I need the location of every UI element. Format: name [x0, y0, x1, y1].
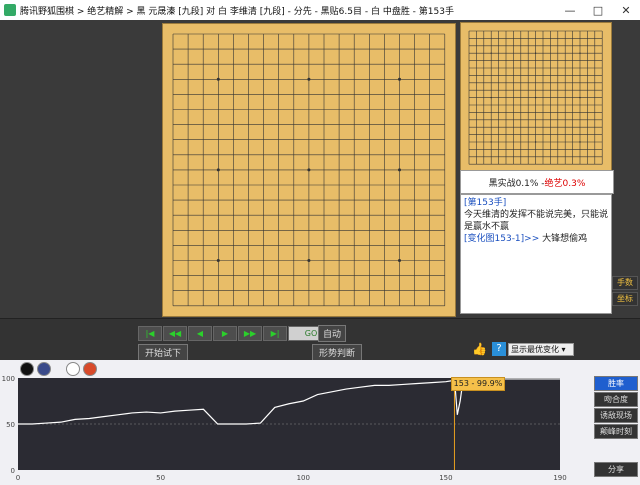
- y-tick-label: 100: [2, 375, 15, 383]
- maximize-button[interactable]: □: [584, 4, 612, 17]
- thumbs-up-icon[interactable]: 👍: [472, 342, 487, 356]
- star-point: [579, 141, 581, 143]
- star-point: [307, 258, 311, 263]
- match-rate-tab[interactable]: 吻合度: [594, 392, 638, 407]
- y-tick-label: 0: [11, 467, 15, 475]
- minimize-button[interactable]: —: [556, 4, 584, 17]
- autoplay-button[interactable]: 自动: [318, 325, 347, 342]
- move-tooltip: 153 - 99.9%: [451, 377, 505, 391]
- star-point: [307, 168, 311, 172]
- win-rate-actual: 黑实战0.1% -: [488, 178, 545, 189]
- window-title: 腾讯野狐围棋 > 绝艺精解 > 黑 元晟溱 [九段] 对 白 李维清 [九段] …: [20, 6, 454, 17]
- move-number-label: [第153手]: [464, 198, 507, 208]
- app-icon: [4, 4, 16, 16]
- back-10-button[interactable]: ◀◀: [163, 326, 187, 341]
- first-move-button[interactable]: |◀: [138, 326, 162, 341]
- move-navigation: |◀ ◀◀ ◀ ▶ ▶▶ ▶| GO: [138, 326, 335, 341]
- star-point: [534, 141, 537, 143]
- star-point: [490, 96, 492, 99]
- side-buttons: 手数 坐标: [612, 276, 638, 308]
- judge-position-button[interactable]: 形势判断: [312, 344, 363, 361]
- x-tick-label: 50: [156, 474, 165, 482]
- star-point: [579, 52, 581, 54]
- star-point: [397, 77, 402, 81]
- toggle-coordinates-button[interactable]: 坐标: [612, 292, 638, 306]
- next-move-button[interactable]: ▶: [213, 326, 237, 341]
- title-bar: 腾讯野狐围棋 > 绝艺精解 > 黑 元晟溱 [九段] 对 白 李维清 [九段] …: [0, 0, 640, 21]
- star-point: [216, 168, 220, 172]
- x-tick-label: 150: [439, 474, 452, 482]
- star-point: [534, 96, 537, 99]
- y-tick-label: 50: [6, 421, 15, 429]
- star-point: [534, 52, 537, 54]
- star-point: [490, 141, 492, 143]
- window-controls: — □ ✕: [556, 0, 640, 20]
- go-board[interactable]: [162, 23, 456, 317]
- x-tick-label: 100: [297, 474, 310, 482]
- star-point: [397, 168, 402, 172]
- forward-10-button[interactable]: ▶▶: [238, 326, 262, 341]
- win-rate-ai: 绝艺0.3%: [544, 178, 586, 189]
- star-point: [307, 77, 311, 81]
- control-bar: |◀ ◀◀ ◀ ▶ ▶▶ ▶| GO 自动 开始试下 形势判断 👍 ? 显示最优…: [0, 318, 640, 361]
- start-trial-button[interactable]: 开始试下: [138, 344, 189, 361]
- star-point: [579, 96, 581, 99]
- star-point: [216, 77, 220, 81]
- toggle-move-numbers-button[interactable]: 手数: [612, 276, 638, 290]
- x-tick-label: 190: [553, 474, 566, 482]
- peak-moment-tab[interactable]: 颠峰时刻: [594, 424, 638, 439]
- star-point: [216, 258, 220, 263]
- star-point: [490, 52, 492, 54]
- variation-description: 大锋想偷鸡: [542, 234, 588, 244]
- win-rate-tab[interactable]: 胜率: [594, 376, 638, 391]
- star-point: [397, 258, 402, 263]
- comment-panel: [第153手] 今天维清的发挥不能说完美，只能说是赢水不赢 [变化图153-1]…: [460, 194, 612, 314]
- comment-text: 今天维清的发挥不能说完美，只能说是赢水不赢: [464, 210, 609, 232]
- help-button[interactable]: ?: [492, 342, 506, 356]
- prev-move-button[interactable]: ◀: [188, 326, 212, 341]
- trap-scene-tab[interactable]: 诱敌现场: [594, 408, 638, 423]
- best-move-board: [460, 22, 612, 171]
- win-rate-comparison: 黑实战0.1% - 绝艺0.3%: [460, 170, 614, 194]
- variation-link[interactable]: [变化图153-1]>>: [464, 234, 539, 244]
- close-button[interactable]: ✕: [612, 4, 640, 17]
- last-move-button[interactable]: ▶|: [263, 326, 287, 341]
- share-button[interactable]: 分享: [594, 462, 638, 477]
- x-tick-label: 0: [16, 474, 20, 482]
- display-mode-select[interactable]: 显示最优变化 ▾: [508, 343, 574, 356]
